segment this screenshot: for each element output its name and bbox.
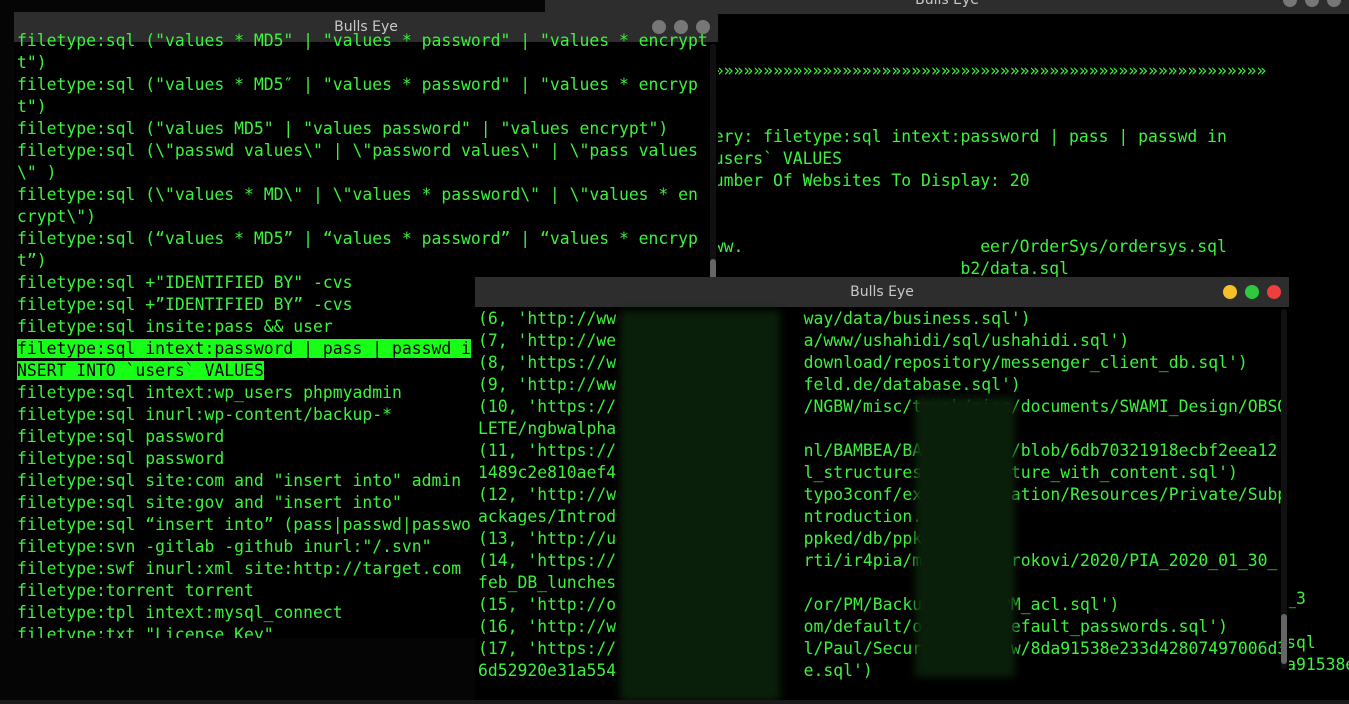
back-minimize-button[interactable] xyxy=(1283,0,1297,7)
terminal-line: filetype:sql (\"values * MD\" | \"values… xyxy=(17,185,698,204)
terminal-line: (6, 'http://ww way/data/business.sql') xyxy=(478,309,1031,328)
terminal-line: LETE/ngbwalpha xyxy=(478,419,617,438)
terminal-line: (12, 'http://w typo3conf/ext ation/Resou… xyxy=(478,485,1288,504)
redaction-blur xyxy=(620,311,780,701)
terminal-line: filetype:sql (\"passwd values\" | \"pass… xyxy=(17,141,698,160)
terminal-line: (8, 'https://w download/repository/messe… xyxy=(478,353,1248,372)
terminal-line: (10, 'https:// /NGBW/misc/trunk/misc/doc… xyxy=(478,397,1288,416)
close-button[interactable] xyxy=(1267,285,1281,299)
terminal-line: (14, 'https:// rti/ir4pia/ma rokovi/2020… xyxy=(478,551,1278,570)
terminal-line: (16, 'http://w om/default/or efault_pass… xyxy=(478,617,1228,636)
terminal-line: \" ) xyxy=(17,163,57,182)
terminal-line: (9, 'http://ww feld.de/database.sql') xyxy=(478,375,1021,394)
terminal-line: crypt\") xyxy=(17,207,96,226)
front-terminal-output[interactable]: (6, 'http://ww way/data/business.sql') (7… xyxy=(477,308,1289,682)
terminal-line: 6d52920e31a554 e.sql') xyxy=(478,661,873,680)
terminal-line: 1489c2e810aef4 l_structures/ ture_with_c… xyxy=(478,463,1238,482)
front-window-titlebar[interactable]: Bulls Eye xyxy=(475,277,1289,307)
back-maximize-button[interactable] xyxy=(1305,0,1319,7)
terminal-line: (15, 'http://o /or/PM/Backup/21.10/PM_ac… xyxy=(478,595,1120,614)
terminal-line: ackages/Introd ntroduction.s xyxy=(478,507,932,526)
front-window-title: Bulls Eye xyxy=(850,284,914,300)
terminal-line: (11, 'https:// nl/BAMBEA/BAM /blob/6db70… xyxy=(478,441,1278,460)
back-window-title: Bulls Eye xyxy=(915,0,979,8)
terminal-line: filetype:sql ("values * MD5" | "values *… xyxy=(17,31,708,50)
terminal-line: t”) xyxy=(17,251,47,270)
terminal-line: (7, 'http://we a/www/ushahidi/sql/ushahi… xyxy=(478,331,1130,350)
minimize-button[interactable] xyxy=(1223,285,1237,299)
terminal-line: filetype:sql (“values * MD5” | “values *… xyxy=(17,229,698,248)
terminal-line: feb_DB_lunches xyxy=(478,573,617,592)
taskbar-strip xyxy=(0,700,1349,704)
front-terminal-window[interactable]: Bulls Eye (6, 'http://ww way/data/busine… xyxy=(475,277,1289,704)
terminal-line: t") xyxy=(17,97,47,116)
back-close-button[interactable] xyxy=(1327,0,1341,7)
terminal-line: filetype:sql ("values MD5" | "values pas… xyxy=(17,119,669,138)
terminal-line: t") xyxy=(17,53,47,72)
front-scrollbar-thumb[interactable] xyxy=(1281,614,1287,664)
redaction-blur xyxy=(915,397,1015,677)
terminal-line: (17, 'https:// l/Paul/Securi w/8da91538e… xyxy=(478,639,1288,658)
terminal-line: filetype:sql ("values * MD5″ | "values *… xyxy=(17,75,698,94)
maximize-button[interactable] xyxy=(1245,285,1259,299)
terminal-line: (13, 'http://u ppked/db/ppke xyxy=(478,529,932,548)
front-scrollbar[interactable] xyxy=(1281,309,1287,669)
